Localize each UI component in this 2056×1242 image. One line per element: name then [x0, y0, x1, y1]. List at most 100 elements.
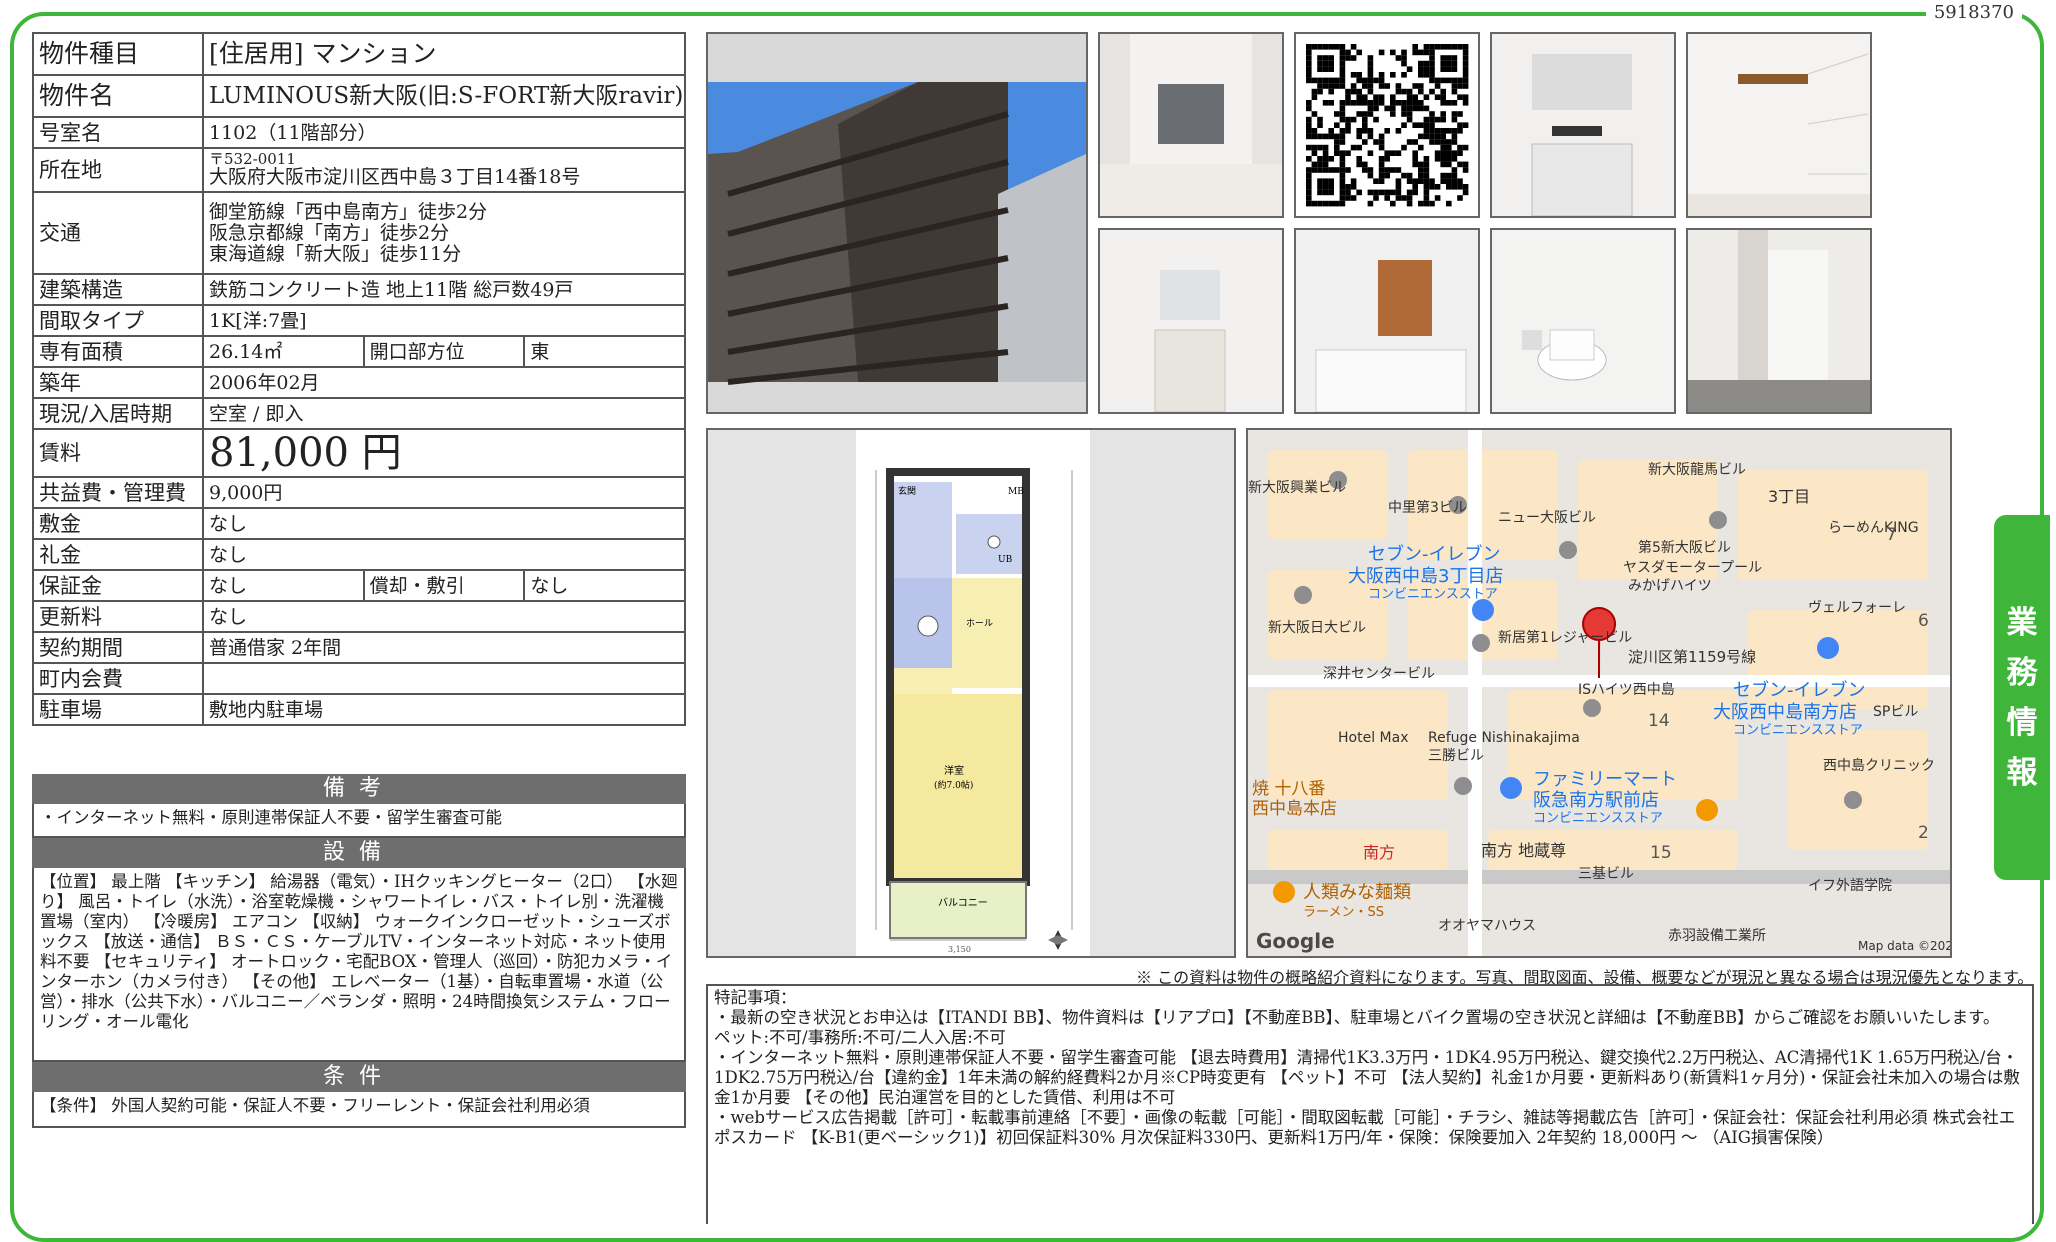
- map-block-number: 15: [1650, 843, 1672, 863]
- guarantee-value: なし: [202, 569, 365, 602]
- map-poi: コンビニエンスストア: [1733, 723, 1863, 738]
- keymoney-value: なし: [202, 538, 686, 571]
- map-poi: セブン-イレブン: [1368, 543, 1501, 565]
- facilities-body: 【位置】 最上階 【キッチン】 給湯器（電気）・IHクッキングヒーター（2口） …: [32, 868, 686, 1062]
- google-logo: Google: [1256, 929, 1335, 953]
- map-label: ニュー大阪ビル: [1498, 510, 1596, 526]
- map-label: 三基ビル: [1578, 865, 1634, 882]
- map-poi: コンビニエンスストア: [1368, 587, 1498, 602]
- transport-label: 交通: [32, 191, 204, 275]
- address-value: 大阪府大阪市淀川区西中島３丁目14番18号: [209, 166, 581, 188]
- bathroom-photo[interactable]: [1294, 228, 1480, 414]
- map-block-number: 6: [1918, 611, 1929, 631]
- map-label: 深井センタービル: [1323, 666, 1435, 682]
- map-label: SPビル: [1873, 704, 1918, 720]
- document-id: 5918370: [1925, 2, 2022, 23]
- map-pin-icon: [1696, 799, 1718, 821]
- map-label: 淀川区第1159号線: [1628, 648, 1756, 666]
- map-label: 西中島クリニック: [1823, 758, 1935, 774]
- status-value: 空室 / 即入: [202, 397, 686, 430]
- business-info-tab[interactable]: 業 務 情 報: [1994, 515, 2050, 880]
- map-label: 新大阪龍馬ビル: [1648, 461, 1746, 478]
- rent-label: 賃料: [32, 428, 204, 478]
- name-value: LUMINOUS新大阪(旧:S-FORT新大阪ravir): [202, 74, 686, 118]
- fee-label: 共益費・管理費: [32, 476, 204, 509]
- map-label: らーめんKING: [1828, 520, 1919, 536]
- amort-label: 償却・敷引: [362, 569, 526, 602]
- fp-entrance: 玄関: [898, 485, 916, 497]
- fp-ub: UB: [998, 555, 1013, 565]
- conditions-body: 【条件】 外国人契約可能・保証人不要・フリーレント・保証会社利用必須: [32, 1092, 686, 1128]
- fp-balcony: バルコニー: [938, 897, 988, 909]
- map-poi: 焼 十八番: [1252, 779, 1325, 799]
- map-label: 三勝ビル: [1428, 748, 1484, 764]
- renewal-label: 更新料: [32, 600, 204, 633]
- building-exterior-photo[interactable]: [706, 32, 1088, 414]
- transport-line: 東海道線「新大阪」徒歩11分: [209, 242, 462, 265]
- map-pin-icon: [1844, 791, 1862, 809]
- map-label: 新大阪興業ビル: [1248, 480, 1346, 496]
- map-block-number: 7: [1886, 525, 1897, 545]
- kitchen-photo[interactable]: [1490, 32, 1676, 218]
- built-label: 築年: [32, 366, 204, 399]
- map-poi: ファミリーマート: [1533, 769, 1677, 790]
- map-pin-icon: [1273, 881, 1295, 903]
- special-notes: 特記事項： ・最新の空き状況とお申込は【ITANDI BB】、物件資料は【リアプ…: [706, 984, 2034, 1224]
- direction-value: 東: [523, 335, 686, 368]
- map-pin-icon: [1709, 511, 1727, 529]
- map-label: オオヤマハウス: [1438, 918, 1536, 934]
- layout-value: 1K[洋:7畳]: [202, 304, 686, 337]
- renewal-value: なし: [202, 600, 686, 633]
- deposit-value: なし: [202, 507, 686, 540]
- address-label: 所在地: [32, 147, 204, 193]
- map-label: 中里第3ビル: [1388, 499, 1467, 516]
- postal-code: 〒532-0011: [209, 150, 296, 168]
- room-value: 1102（11階部分）: [202, 116, 686, 149]
- map-pin-icon: [1454, 777, 1472, 795]
- map-poi: 阪急南方駅前店: [1533, 790, 1659, 811]
- transport-line: 阪急京都線「南方」徒歩2分: [209, 221, 450, 244]
- area-map[interactable]: 新大阪興業ビル 中里第3ビル ニュー大阪ビル 新大阪龍馬ビル 3丁目 らーめんK…: [1246, 428, 1952, 958]
- map-label: 3丁目: [1768, 487, 1810, 506]
- floor-plan[interactable]: 玄関 MB UB ホール 洋室 (約7.0帖) バルコニー 3,150: [706, 428, 1236, 958]
- area-label: 専有面積: [32, 335, 204, 368]
- hallway-photo[interactable]: [1686, 228, 1872, 414]
- map-poi: ラーメン・SS: [1303, 905, 1384, 920]
- parking-label: 駐車場: [32, 693, 204, 726]
- type-label: 物件種目: [32, 32, 204, 76]
- area-value: 26.14㎡: [202, 335, 365, 368]
- map-label: 赤羽設備工業所: [1668, 928, 1766, 944]
- fp-room: 洋室: [944, 764, 964, 777]
- rent-value: 81,000 円: [202, 428, 686, 478]
- transport-line: 御堂筋線「西中島南方」徒歩2分: [209, 200, 488, 223]
- map-label: ヤスダモータープール: [1623, 560, 1762, 576]
- fp-mb: MB: [1008, 487, 1024, 497]
- room-label: 号室名: [32, 116, 204, 149]
- closet-photo[interactable]: [1686, 32, 1872, 218]
- facilities-header: 設備: [32, 838, 686, 868]
- side-tab-char: 情: [2006, 704, 2038, 741]
- fp-width: 3,150: [948, 945, 971, 954]
- map-pin-icon: [1472, 634, 1490, 652]
- structure-label: 建築構造: [32, 273, 204, 306]
- contract-value: 普通借家 2年間: [202, 631, 686, 664]
- vanity-photo[interactable]: [1098, 228, 1284, 414]
- map-label: Hotel Max: [1338, 730, 1408, 746]
- structure-value: 鉄筋コンクリート造 地上11階 総戸数49戸: [202, 273, 686, 306]
- map-label: 新居第1レジャービル: [1498, 629, 1632, 646]
- remarks-header: 備考: [32, 774, 686, 804]
- contract-label: 契約期間: [32, 631, 204, 664]
- map-poi: 西中島本店: [1252, 799, 1337, 819]
- map-block-number: 2: [1918, 823, 1929, 843]
- side-tab-char: 業: [2006, 604, 2038, 641]
- built-value: 2006年02月: [202, 366, 686, 399]
- remarks-body: ・インターネット無料・原則連帯保証人不要・留学生審査可能: [32, 804, 686, 838]
- map-label: 南方: [1363, 843, 1395, 862]
- qr-code-icon[interactable]: [1294, 32, 1480, 218]
- property-table: 物件種目 [住居用] マンション 物件名 LUMINOUS新大阪(旧:S-FORT新…: [32, 32, 686, 726]
- association-value: [202, 662, 686, 695]
- room-photo[interactable]: [1098, 32, 1284, 218]
- toilet-photo[interactable]: [1490, 228, 1676, 414]
- map-pin-icon: [1583, 699, 1601, 717]
- map-poi: セブン-イレブン: [1733, 679, 1866, 701]
